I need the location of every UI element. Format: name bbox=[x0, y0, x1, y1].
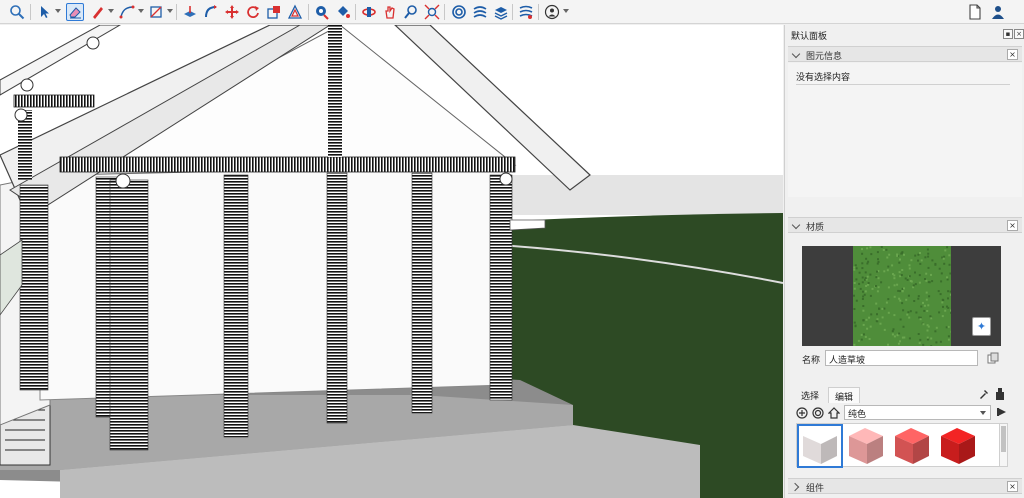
offset-icon[interactable] bbox=[286, 3, 304, 21]
material-swatch[interactable] bbox=[797, 424, 843, 468]
components-title: 组件 bbox=[806, 484, 825, 494]
toolbar-separator bbox=[308, 4, 309, 20]
toolbar-separator bbox=[30, 4, 31, 20]
toolbar-separator bbox=[176, 4, 177, 20]
user-circle-icon[interactable] bbox=[543, 3, 561, 21]
pan-icon[interactable] bbox=[381, 3, 399, 21]
chevron-down-icon bbox=[791, 49, 801, 59]
scale-icon[interactable] bbox=[265, 3, 283, 21]
tab-select[interactable]: 选择 bbox=[795, 387, 826, 403]
pin-icon[interactable]: ▪ bbox=[1003, 29, 1013, 39]
zoom-icon[interactable] bbox=[8, 3, 26, 21]
sample-paint-icon[interactable]: ✦ bbox=[972, 317, 991, 336]
material-preview: ✦ bbox=[802, 246, 1001, 346]
toolbar-separator bbox=[355, 4, 356, 20]
material-swatch-grid bbox=[796, 423, 1008, 468]
swatch-scrollbar[interactable] bbox=[999, 423, 1008, 467]
section-icon[interactable] bbox=[517, 3, 535, 21]
striped-beam bbox=[59, 156, 516, 173]
arc-icon[interactable] bbox=[118, 3, 136, 21]
material-name-label: 名称 bbox=[802, 356, 821, 366]
material-swatch[interactable] bbox=[941, 428, 975, 464]
duplicate-material-icon[interactable] bbox=[987, 352, 999, 364]
zoom-tool-icon[interactable] bbox=[402, 3, 420, 21]
layers-icon[interactable] bbox=[492, 3, 510, 21]
home-icon[interactable] bbox=[828, 407, 840, 419]
add-icon[interactable] bbox=[796, 407, 808, 419]
chevron-down-icon bbox=[791, 220, 801, 230]
chevron-down-icon bbox=[980, 411, 986, 415]
solid-tools-icon[interactable] bbox=[471, 3, 489, 21]
material-library-select[interactable]: 纯色 bbox=[844, 405, 991, 420]
library-select-value: 纯色 bbox=[848, 410, 867, 420]
entity-info-title: 图元信息 bbox=[806, 52, 843, 62]
toolbar-separator bbox=[444, 4, 445, 20]
materials-title: 材质 bbox=[806, 223, 825, 233]
draw-dropdown-caret[interactable] bbox=[108, 9, 114, 13]
rectangle-icon[interactable] bbox=[147, 3, 165, 21]
user-dropdown-caret[interactable] bbox=[563, 9, 569, 13]
document-icon[interactable] bbox=[966, 3, 984, 21]
toolbar-separator bbox=[538, 4, 539, 20]
sandbox-icon[interactable] bbox=[450, 3, 468, 21]
entity-info-header[interactable]: 图元信息 × bbox=[788, 46, 1022, 62]
select-arrow-icon[interactable] bbox=[36, 3, 54, 21]
in-model-icon[interactable] bbox=[812, 407, 824, 419]
toolbar-separator bbox=[512, 4, 513, 20]
tape-measure-icon[interactable] bbox=[313, 3, 331, 21]
zoom-extents-icon[interactable] bbox=[423, 3, 441, 21]
rotate-icon[interactable] bbox=[244, 3, 262, 21]
chevron-right-icon bbox=[790, 482, 800, 492]
material-swatch[interactable] bbox=[895, 428, 929, 464]
swatch-thumbnails bbox=[797, 424, 975, 468]
material-swatch[interactable] bbox=[849, 428, 883, 464]
grass-texture-swatch bbox=[853, 246, 951, 346]
close-panel-icon[interactable]: × bbox=[1014, 29, 1024, 39]
eyedropper-icon[interactable] bbox=[978, 388, 990, 400]
arc-dropdown-caret[interactable] bbox=[138, 9, 144, 13]
shape-dropdown-caret[interactable] bbox=[167, 9, 173, 13]
material-name-field[interactable]: 人造草坡 bbox=[825, 350, 978, 366]
panel-title: 默认面板 bbox=[791, 32, 828, 42]
king-post bbox=[328, 25, 342, 157]
3d-scene[interactable] bbox=[0, 25, 783, 498]
push-pull-icon[interactable] bbox=[181, 3, 199, 21]
close-icon[interactable]: × bbox=[1007, 220, 1018, 231]
pencil-line-icon[interactable] bbox=[89, 3, 107, 21]
materials-header[interactable]: 材质 × bbox=[788, 217, 1022, 233]
main-toolbar bbox=[0, 0, 1024, 24]
account-icon[interactable] bbox=[989, 3, 1007, 21]
select-dropdown-caret[interactable] bbox=[55, 9, 61, 13]
orbit-icon[interactable] bbox=[360, 3, 378, 21]
entity-info-body: 没有选择内容 bbox=[788, 63, 1022, 197]
scrollbar-thumb[interactable] bbox=[1001, 426, 1006, 452]
follow-me-icon[interactable] bbox=[202, 3, 220, 21]
paint-bucket-icon[interactable] bbox=[334, 3, 352, 21]
model-viewport[interactable] bbox=[0, 25, 783, 498]
close-icon[interactable]: × bbox=[1007, 49, 1018, 60]
details-arrow-icon[interactable] bbox=[996, 406, 1008, 418]
eraser-icon[interactable] bbox=[66, 3, 84, 21]
divider bbox=[796, 84, 1010, 85]
default-tray-panel: 默认面板 ▪ × 图元信息 × 没有选择内容 材质 × ✦ 名称 人造草坡 选择… bbox=[784, 25, 1024, 498]
close-icon[interactable]: × bbox=[1007, 481, 1018, 492]
create-material-icon[interactable] bbox=[994, 387, 1006, 401]
tab-edit[interactable]: 编辑 bbox=[828, 387, 861, 403]
components-header[interactable]: 组件 × bbox=[788, 478, 1022, 494]
move-icon[interactable] bbox=[223, 3, 241, 21]
no-selection-text: 没有选择内容 bbox=[796, 73, 851, 83]
